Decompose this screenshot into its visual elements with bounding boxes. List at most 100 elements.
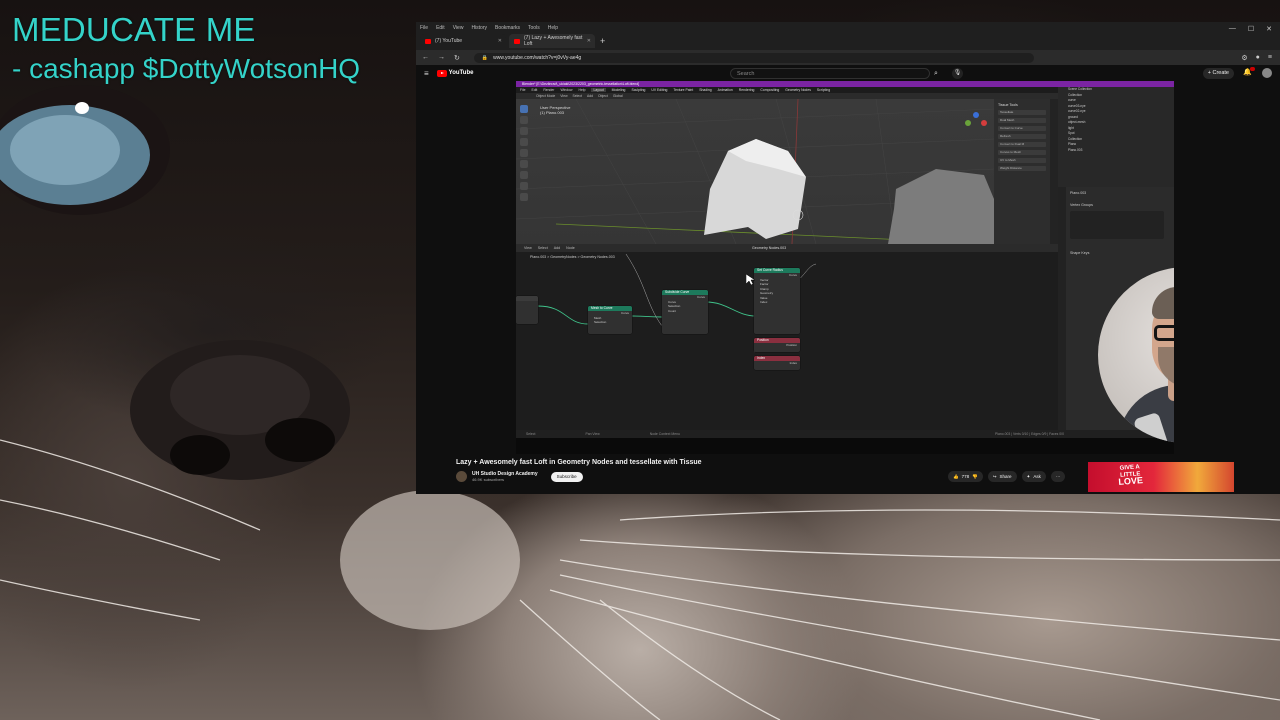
ad-line-3: LOVE [1118,475,1144,487]
menu-edit[interactable]: Edit [436,25,445,31]
share-button[interactable]: ↪ Share [987,471,1017,482]
maximize-icon[interactable]: ☐ [1248,25,1254,33]
npanel-row: Refresh [998,134,1046,139]
3d-viewport: User Perspective (1) Plano.003 [516,99,994,244]
tab-label: (7) YouTube [435,38,463,44]
youtube-play-icon [436,69,447,77]
node-socket: Selection [594,320,607,324]
properties-tabs [1058,187,1066,454]
blender-menu-window: Window [560,88,573,92]
vertex-groups-list [1070,211,1164,239]
lock-icon: 🔒 [481,54,489,61]
menu-icon[interactable]: ≡ [1268,54,1272,62]
npanel-row: Weight Distance [998,166,1046,171]
like-button[interactable]: 👍 778 👎 [948,471,983,482]
npanel-row: Convert to Curve [998,126,1046,131]
overlay-subtitle: - cashapp $DottyWotsonHQ [12,53,361,84]
create-button[interactable]: + Create [1202,68,1234,79]
hamburger-menu-icon[interactable]: ≡ [424,69,429,78]
video-title: Lazy + Awesomely fast Loft in Geometry N… [456,459,702,466]
profile-icon[interactable]: ● [1256,54,1260,62]
tab-label: (7) Lazy + Awesomely fast Loft [524,35,583,47]
youtube-favicon-icon [425,38,431,44]
channel-avatar[interactable] [456,471,467,482]
search-icon[interactable]: ⌕ [928,68,944,79]
menu-bookmarks[interactable]: Bookmarks [495,25,520,31]
workspace-tab: Animation [717,88,733,92]
webcam-beard [1158,347,1174,387]
node-socket: Index [789,361,797,365]
extensions-icon[interactable]: ⚙ [1241,54,1247,62]
minimize-icon[interactable]: — [1229,25,1236,33]
subscribe-button[interactable]: Subscribe [550,471,583,482]
menu-help[interactable]: Help [548,25,558,31]
menu-view[interactable]: View [453,25,464,31]
viewport-header-item: Object Mode [536,94,556,98]
sparkle-icon: ✦ [1026,474,1031,479]
new-tab-button[interactable]: + [600,34,605,48]
viewport-header-item: Add [586,94,594,98]
outliner-panel: Scene Collection Collection curve curve0… [1058,87,1174,187]
workspace-tab: Rendering [738,88,755,92]
forward-icon[interactable]: → [438,54,445,62]
close-tab-icon[interactable]: ✕ [498,38,502,44]
viewport-header-item: Select [572,94,582,98]
tab-youtube[interactable]: (7) YouTube ✕ [420,34,506,48]
select-tool-icon [520,105,528,113]
status-item: Plano.003 | Verts 0/10 | Edges 0/9 | Fac… [995,432,1064,436]
move-tool-icon [520,127,528,135]
status-item: Node Context Menu [649,432,680,436]
nav-buttons: ← → ↻ [422,54,460,62]
more-actions-button[interactable]: ··· [1050,471,1066,482]
add-cube-tool-icon [520,193,528,201]
ask-label: Ask [1033,474,1041,479]
thumbs-down-icon[interactable]: 👎 [972,471,978,482]
video-actions: 👍 778 👎 ↪ Share ✦ Ask ··· [948,471,1066,482]
npanel-title: Tissue Tools [998,103,1018,107]
youtube-logo[interactable]: YouTube [436,69,473,77]
menu-history[interactable]: History [471,25,487,31]
notification-badge [1250,67,1255,71]
url-field[interactable]: 🔒 www.youtube.com/watch?v=j0vVy-ae4g [473,52,1034,63]
reload-icon[interactable]: ↻ [454,54,460,62]
address-bar-row: ← → ↻ 🔒 www.youtube.com/watch?v=j0vVy-ae… [416,50,1280,65]
sponsored-ad-banner[interactable]: GIVE A LITTLE LOVE [1088,462,1234,492]
youtube-header: ≡ YouTube Search ⌕ 🎙 + Create 🔔 [416,65,1280,81]
subdivide-curve-node: Subdivide Curve Curve Curve Selection Co… [662,290,708,334]
blender-menu-edit: Edit [531,88,538,92]
outliner-row: Plano.003 [1068,147,1083,152]
workspace-tab: Compositing [760,88,780,92]
npanel-row: Dual Mesh [998,118,1046,123]
back-icon[interactable]: ← [422,54,429,62]
workspace-tab: Shading [699,88,712,92]
close-window-icon[interactable]: ✕ [1266,25,1272,33]
tab-strip: (7) YouTube ✕ (7) Lazy + Awesomely fast … [420,34,605,48]
tab-video[interactable]: (7) Lazy + Awesomely fast Loft ✕ [509,34,595,48]
thumbs-up-icon: 👍 [953,474,959,479]
create-label: Create [1212,70,1229,76]
blender-status-bar: Select Pan View Node Context Menu Plano.… [516,430,1174,438]
microphone-icon[interactable]: 🎙 [952,68,963,79]
webcam-glasses [1154,325,1174,341]
video-letterbox [516,438,1174,454]
viewport-header-item: Global [612,94,623,98]
toolbar-icons: ⚙ ● ≡ [1241,54,1272,62]
blender-menu-help: Help [578,88,586,92]
search-input[interactable]: Search [730,68,930,79]
account-avatar[interactable] [1262,68,1272,78]
group-input-node [516,296,538,324]
workspace-tab: Layout [591,88,606,92]
workspace-tab: Scripting [816,88,831,92]
video-player[interactable]: Blender* [E:\Dezlinrad\_ukiaki\2023\2203… [516,81,1174,454]
menu-file[interactable]: File [420,25,428,31]
node-socket: Position [786,343,797,347]
ask-button[interactable]: ✦ Ask [1021,471,1046,482]
notifications-bell-icon[interactable]: 🔔 [1243,67,1255,76]
menu-tools[interactable]: Tools [528,25,540,31]
browser-window: File Edit View History Bookmarks Tools H… [416,22,1280,494]
ad-text: GIVE A LITTLE LOVE [1117,464,1144,487]
npanel-row: Curves to Mesh [998,150,1046,155]
viewport-header-item: View [560,94,568,98]
close-tab-icon[interactable]: ✕ [587,38,591,44]
rotate-tool-icon [520,138,528,146]
